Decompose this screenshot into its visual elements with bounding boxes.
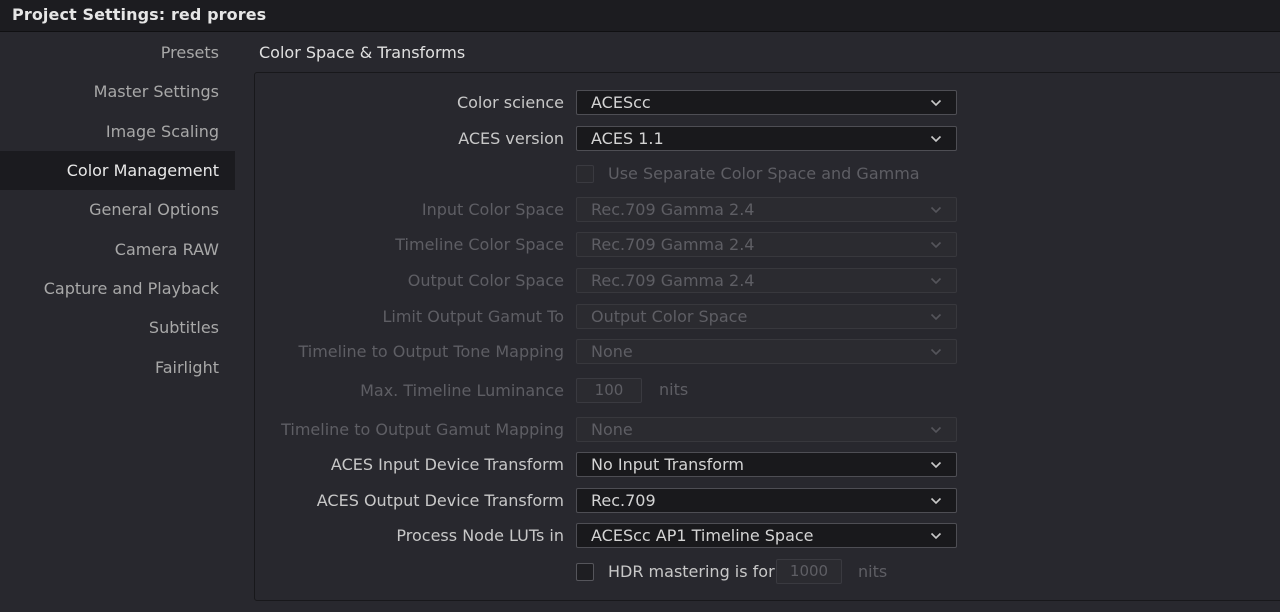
aces-idt-dropdown[interactable]: No Input Transform — [576, 452, 957, 477]
chevron-down-icon — [930, 495, 942, 507]
timeline-color-space-value: Rec.709 Gamma 2.4 — [591, 235, 755, 254]
chevron-down-icon — [930, 239, 942, 251]
aces-version-value: ACES 1.1 — [591, 129, 664, 148]
input-color-space-label: Input Color Space — [421, 200, 564, 219]
aces-odt-dropdown[interactable]: Rec.709 — [576, 488, 957, 513]
hdr-mastering-checkbox[interactable] — [576, 563, 594, 581]
chevron-down-icon — [930, 346, 942, 358]
max-luminance-label: Max. Timeline Luminance — [360, 381, 564, 400]
chevron-down-icon — [930, 459, 942, 471]
max-luminance-unit: nits — [659, 380, 689, 399]
output-color-space-dropdown[interactable]: Rec.709 Gamma 2.4 — [576, 268, 957, 293]
color-science-value: ACEScc — [591, 93, 651, 112]
node-luts-label: Process Node LUTs in — [396, 526, 564, 545]
aces-odt-label: ACES Output Device Transform — [316, 491, 564, 510]
tone-mapping-value: None — [591, 342, 633, 361]
input-color-space-value: Rec.709 Gamma 2.4 — [591, 200, 755, 219]
sidebar-item-camera-raw[interactable]: Camera RAW — [0, 230, 235, 269]
node-luts-dropdown[interactable]: ACEScc AP1 Timeline Space — [576, 523, 957, 548]
color-space-panel — [254, 72, 1280, 601]
sidebar-item-master-settings[interactable]: Master Settings — [0, 72, 235, 111]
hdr-mastering-label: HDR mastering is for — [608, 562, 775, 581]
sidebar-item-subtitles[interactable]: Subtitles — [0, 308, 235, 347]
tone-mapping-label: Timeline to Output Tone Mapping — [298, 342, 564, 361]
output-color-space-label: Output Color Space — [407, 271, 564, 290]
timeline-color-space-dropdown[interactable]: Rec.709 Gamma 2.4 — [576, 232, 957, 257]
chevron-down-icon — [930, 530, 942, 542]
separate-color-space-checkbox[interactable] — [576, 165, 594, 183]
aces-version-dropdown[interactable]: ACES 1.1 — [576, 126, 957, 151]
sidebar-item-presets[interactable]: Presets — [0, 33, 235, 72]
gamut-mapping-value: None — [591, 420, 633, 439]
title-bar: Project Settings: red prores — [0, 0, 1280, 32]
output-color-space-value: Rec.709 Gamma 2.4 — [591, 271, 755, 290]
chevron-down-icon — [930, 133, 942, 145]
sidebar-item-fairlight[interactable]: Fairlight — [0, 348, 235, 387]
sidebar-item-color-management[interactable]: Color Management — [0, 151, 235, 190]
timeline-color-space-label: Timeline Color Space — [395, 235, 564, 254]
max-luminance-field[interactable]: 100 — [576, 378, 642, 403]
tone-mapping-dropdown[interactable]: None — [576, 339, 957, 364]
section-title: Color Space & Transforms — [259, 43, 466, 62]
hdr-mastering-field[interactable]: 1000 — [776, 559, 842, 584]
chevron-down-icon — [930, 97, 942, 109]
input-color-space-dropdown[interactable]: Rec.709 Gamma 2.4 — [576, 197, 957, 222]
aces-odt-value: Rec.709 — [591, 491, 656, 510]
separate-color-space-label: Use Separate Color Space and Gamma — [608, 164, 920, 183]
sidebar-item-general-options[interactable]: General Options — [0, 190, 235, 229]
hdr-mastering-unit: nits — [858, 562, 888, 581]
color-science-dropdown[interactable]: ACEScc — [576, 90, 957, 115]
settings-sidebar: Presets Master Settings Image Scaling Co… — [0, 32, 235, 612]
window-title: Project Settings: red prores — [12, 5, 267, 24]
chevron-down-icon — [930, 275, 942, 287]
chevron-down-icon — [930, 424, 942, 436]
aces-idt-value: No Input Transform — [591, 455, 744, 474]
limit-output-gamut-label: Limit Output Gamut To — [382, 307, 564, 326]
chevron-down-icon — [930, 204, 942, 216]
aces-version-label: ACES version — [458, 129, 564, 148]
gamut-mapping-dropdown[interactable]: None — [576, 417, 957, 442]
node-luts-value: ACEScc AP1 Timeline Space — [591, 526, 814, 545]
limit-output-gamut-value: Output Color Space — [591, 307, 748, 326]
color-science-label: Color science — [456, 93, 564, 112]
gamut-mapping-label: Timeline to Output Gamut Mapping — [281, 420, 564, 439]
sidebar-item-capture-and-playback[interactable]: Capture and Playback — [0, 269, 235, 308]
chevron-down-icon — [930, 311, 942, 323]
limit-output-gamut-dropdown[interactable]: Output Color Space — [576, 304, 957, 329]
sidebar-item-image-scaling[interactable]: Image Scaling — [0, 112, 235, 151]
aces-idt-label: ACES Input Device Transform — [330, 455, 564, 474]
